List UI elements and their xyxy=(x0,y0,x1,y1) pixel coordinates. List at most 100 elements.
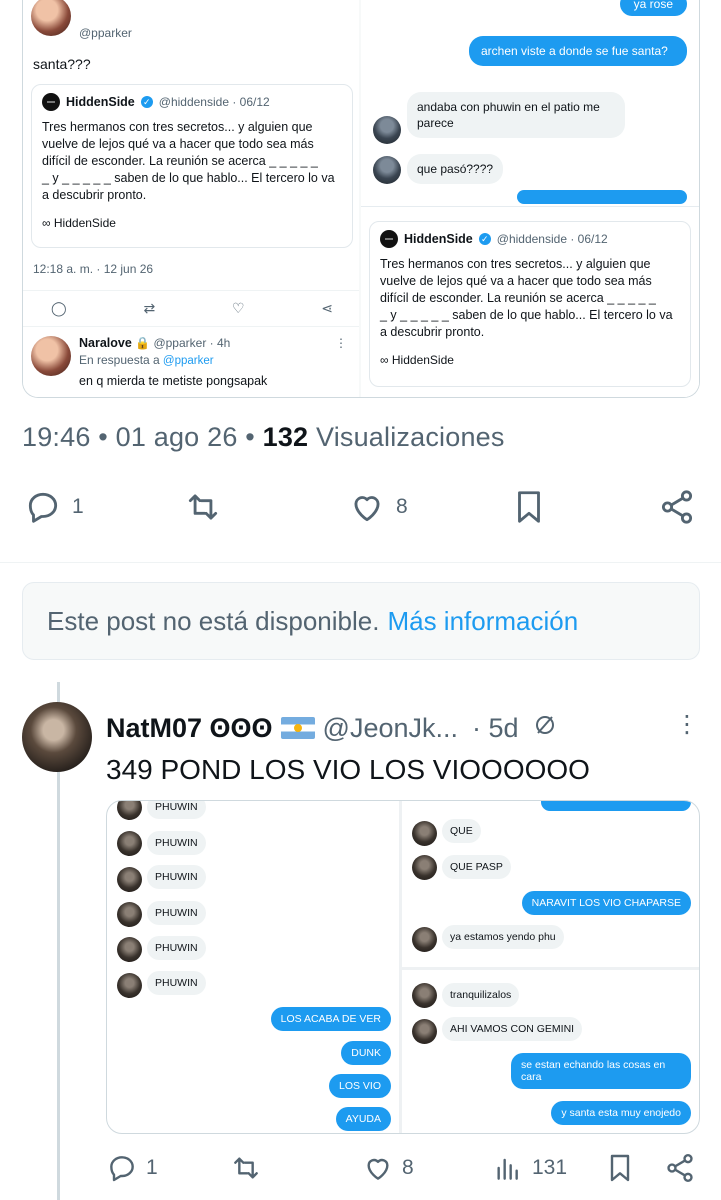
tweet-timestamp: 12:18 a. m. · 12 jun 26 xyxy=(33,262,154,276)
thread-line xyxy=(57,682,60,702)
bookmark-icon xyxy=(610,1154,630,1182)
chat-message-out: y santa esta muy enojedo xyxy=(551,1101,691,1125)
reply-count: 1 xyxy=(72,495,84,518)
more-options-icon[interactable]: ⋮ xyxy=(675,710,699,739)
chat-avatar xyxy=(412,1019,437,1044)
reply-header: NatM07 ʘʘʘ @JeonJk... · 5d xyxy=(106,708,696,748)
reply-time[interactable]: · 5d xyxy=(472,713,519,744)
repost-icon xyxy=(234,1157,258,1179)
more-icon: ⋮ xyxy=(335,336,347,350)
quoted-media-grid[interactable]: @pparker santa??? HiddenSide ✓ @hiddensi… xyxy=(22,0,700,398)
lock-icon: 🔒 xyxy=(135,336,151,350)
chat-message-in: que pasó???? xyxy=(407,154,504,184)
reply-author-name[interactable]: NatM07 ʘʘʘ xyxy=(106,713,273,744)
share-icon: ⋖ xyxy=(321,300,333,316)
views-label: Visualizaciones xyxy=(315,422,505,452)
share-button[interactable] xyxy=(664,1152,696,1184)
like-count: 8 xyxy=(402,1156,414,1179)
reply-text: en q mierda te metiste pongsapak xyxy=(79,374,268,388)
reply-handle[interactable]: @JeonJk... xyxy=(323,713,458,744)
quote-footer: ∞ HiddenSide xyxy=(42,216,116,230)
like-count: 8 xyxy=(396,495,408,518)
chat-avatar xyxy=(117,867,142,892)
share-button[interactable] xyxy=(658,488,696,526)
media-screenshot-left[interactable]: @pparker santa??? HiddenSide ✓ @hiddensi… xyxy=(23,0,359,397)
chat-avatar xyxy=(412,927,437,952)
like-button[interactable]: 8 xyxy=(362,1152,414,1184)
reply-handle-time: @pparker · 4h xyxy=(153,336,231,350)
quote-card[interactable]: HiddenSide ✓ @hiddenside · 06/12 Tres he… xyxy=(31,84,353,248)
chat-message-in: PHUWIN xyxy=(147,801,206,819)
chat-message-out: DUNK xyxy=(341,1041,391,1065)
more-info-link[interactable]: Más información xyxy=(387,606,578,637)
heart-icon xyxy=(354,496,380,522)
media-screenshot-left[interactable]: PHUWIN PHUWIN PHUWIN PHUWIN PHUWIN PHUWI… xyxy=(107,801,399,1133)
media-divider xyxy=(402,967,699,970)
reply-icon xyxy=(28,492,58,523)
chat-message-out: archen viste a donde se fue santa? xyxy=(469,36,687,66)
chat-avatar xyxy=(117,831,142,856)
reply-icon: ◯ xyxy=(51,300,67,316)
avatar xyxy=(31,336,71,376)
chat-message-out: LOS VIO xyxy=(328,1074,391,1098)
share-icon xyxy=(667,1154,693,1182)
reply-header: Naralove 🔒 @pparker · 4h xyxy=(79,336,230,350)
argentina-flag-icon xyxy=(280,717,315,739)
chat-message-out: AYUDA xyxy=(335,1107,391,1131)
chat-message-in: ya estamos yendo phu xyxy=(442,925,564,949)
chat-avatar xyxy=(373,116,401,144)
quote-handle-date: @hiddenside · 06/12 xyxy=(158,95,270,109)
chat-avatar xyxy=(117,801,142,820)
views-count: 132 xyxy=(262,422,309,452)
hiddenside-logo-icon xyxy=(380,230,398,248)
repost-button[interactable] xyxy=(184,488,222,526)
reply-icon xyxy=(110,1156,134,1182)
quote-body: Tres hermanos con tres secretos... y alg… xyxy=(42,120,335,202)
reply-count: 1 xyxy=(146,1156,158,1179)
verified-badge-icon: ✓ xyxy=(140,96,153,108)
verified-badge-icon: ✓ xyxy=(478,233,491,245)
chat-message-out-partial xyxy=(541,801,691,811)
media-screenshot-right[interactable]: QUE QUE PASP NARAVIT LOS VIO CHAPARSE ya… xyxy=(402,801,699,1133)
repost-button[interactable] xyxy=(230,1152,262,1184)
chat-message-in: PHUWIN xyxy=(147,936,206,960)
hiddenside-logo-icon xyxy=(42,93,60,111)
divider xyxy=(0,562,721,563)
chat-message-in: andaba con phuwin en el patio me parece xyxy=(407,92,625,138)
chat-message-in: PHUWIN xyxy=(147,901,206,925)
reply-action-bar: 1 8 131 xyxy=(106,1152,700,1190)
in-reply-to: En respuesta a @pparker xyxy=(79,353,214,367)
chat-avatar xyxy=(373,156,401,184)
in-reply-prefix: En respuesta a xyxy=(79,353,160,367)
quote-footer: ∞ HiddenSide xyxy=(380,353,454,367)
divider xyxy=(23,290,359,291)
retweet-icon: ⇄ xyxy=(143,300,156,316)
reply-button[interactable]: 1 xyxy=(106,1152,158,1184)
reply-button[interactable]: 1 xyxy=(24,488,84,526)
tweet-handle: @pparker xyxy=(79,26,132,40)
chat-avatar xyxy=(117,973,142,998)
quote-body: Tres hermanos con tres secretos... y alg… xyxy=(380,257,673,339)
grok-icon[interactable] xyxy=(533,713,557,744)
tweet-text: santa??? xyxy=(33,56,91,72)
chat-message-in: QUE PASP xyxy=(442,855,511,879)
media-screenshot-right[interactable]: ya rose archen viste a donde se fue sant… xyxy=(361,0,699,397)
like-button[interactable]: 8 xyxy=(348,488,408,526)
views-button[interactable]: 131 xyxy=(492,1152,567,1184)
avatar[interactable] xyxy=(22,702,92,772)
quote-card[interactable]: HiddenSide ✓ @hiddenside · 06/12 Tres he… xyxy=(369,221,691,387)
mini-action-bar: ◯ ⇄ ♡ ⋖ xyxy=(51,300,333,317)
chat-message-in: PHUWIN xyxy=(147,831,206,855)
avatar xyxy=(31,0,71,36)
bookmark-button[interactable] xyxy=(510,488,548,526)
reply-author-name: Naralove xyxy=(79,336,132,350)
bookmark-button[interactable] xyxy=(604,1152,636,1184)
reply-media-grid[interactable]: PHUWIN PHUWIN PHUWIN PHUWIN PHUWIN PHUWI… xyxy=(106,800,700,1134)
quote-handle-date: @hiddenside · 06/12 xyxy=(496,232,608,246)
chat-message-out-partial xyxy=(517,190,687,204)
quote-screenshot: HiddenSide ✓ @hiddenside · 06/12 Tres he… xyxy=(361,206,699,397)
repost-icon xyxy=(188,494,218,520)
chat-avatar xyxy=(412,983,437,1008)
quote-author-name: HiddenSide xyxy=(404,232,473,246)
chat-message-out: se estan echando las cosas en cara xyxy=(511,1053,691,1089)
